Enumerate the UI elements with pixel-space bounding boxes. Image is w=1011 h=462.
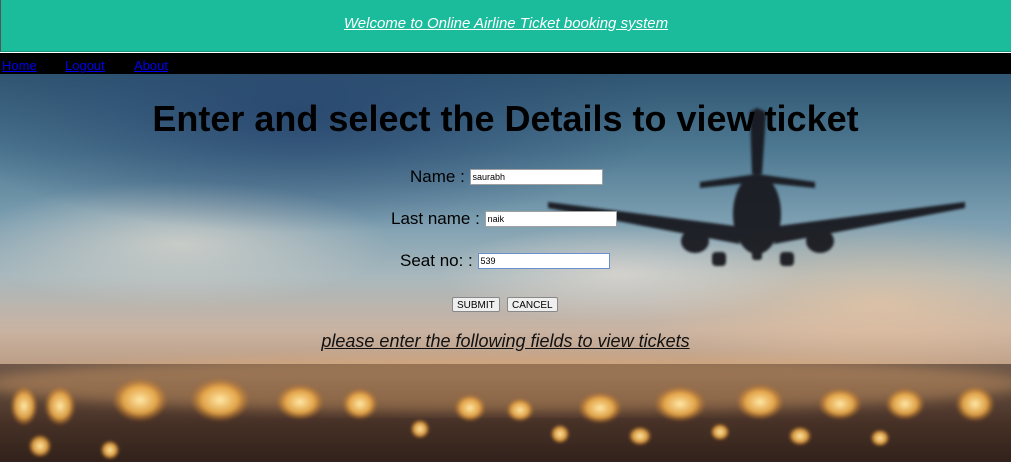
last-name-label: Last name : — [391, 208, 480, 228]
submit-button[interactable]: SUBMIT — [452, 297, 500, 312]
name-label: Name : — [410, 166, 465, 186]
hero-background: Enter and select the Details to view tic… — [0, 74, 1011, 462]
seat-input[interactable]: 539 — [477, 252, 610, 269]
nav-logout-link[interactable]: Logout — [65, 58, 105, 73]
last-name-input[interactable]: naik — [484, 210, 617, 227]
page-heading: Enter and select the Details to view tic… — [152, 98, 859, 139]
nav-bar: Home Logout About — [0, 53, 1011, 74]
form-hint: please enter the following fields to vie… — [321, 331, 690, 351]
name-row: Name : saurabh — [410, 166, 603, 187]
seat-row: Seat no: : 539 — [400, 250, 610, 271]
cancel-button[interactable]: CANCEL — [507, 297, 558, 312]
name-input[interactable]: saurabh — [469, 168, 603, 185]
site-header: Welcome to Online Airline Ticket booking… — [0, 0, 1011, 52]
nav-home-link[interactable]: Home — [2, 58, 37, 73]
nav-about-link[interactable]: About — [134, 58, 168, 73]
seat-label: Seat no: : — [400, 250, 473, 270]
last-name-row: Last name : naik — [391, 208, 617, 229]
site-title: Welcome to Online Airline Ticket booking… — [343, 15, 669, 32]
